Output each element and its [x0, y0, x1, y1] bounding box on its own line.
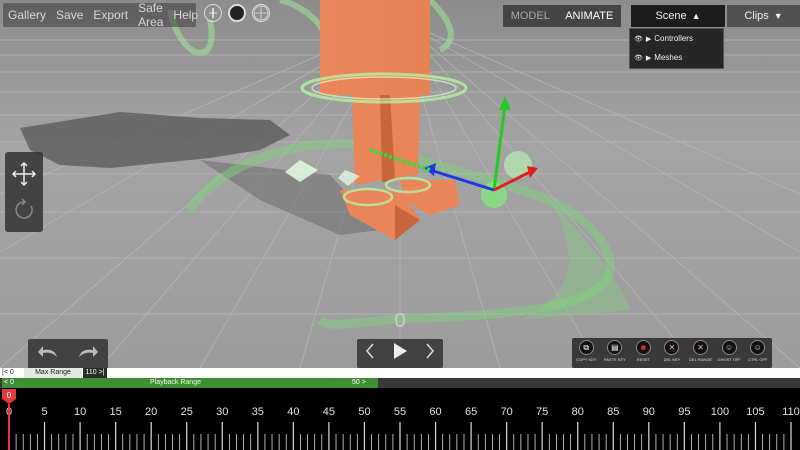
eye-icon[interactable]: 👁 [634, 54, 643, 62]
playback-range-bar[interactable]: < 0 Playback Range 50 > [0, 378, 800, 388]
ctrl-off-button[interactable]: ☺ CTRL OFF [746, 340, 770, 362]
undo-icon[interactable] [37, 344, 59, 365]
timeline-tick-label: 85 [607, 406, 619, 418]
animate-mode-tab[interactable]: ANIMATE [565, 10, 613, 22]
solid-view-icon[interactable] [228, 4, 246, 22]
menu-save[interactable]: Save [51, 8, 88, 22]
view-mode-icons [204, 4, 270, 22]
timeline-tick-label: 10 [74, 406, 86, 418]
transform-tool-panel [5, 152, 43, 232]
keyframe-tools-panel: ⧉ COPY KEY ▤ PASTE KEY ☻ RESET ✕ DEL KEY… [572, 338, 772, 368]
ghost-figure-icon: ☺ [721, 340, 737, 355]
timeline-tick-label: 110 [782, 406, 800, 418]
copy-icon: ⧉ [578, 340, 594, 355]
scene-label: Scene [655, 10, 687, 22]
outliner-item-label: Controllers [654, 34, 693, 43]
chevron-up-icon: ▲ [691, 11, 701, 21]
timeline-tick-label: 35 [252, 406, 264, 418]
menu-export[interactable]: Export [88, 8, 133, 22]
menu-gallery[interactable]: Gallery [3, 8, 51, 22]
redo-icon[interactable] [77, 344, 99, 365]
playhead[interactable]: 0 [2, 389, 16, 450]
del-range-button[interactable]: ✕ DEL RANGE [689, 340, 713, 362]
timeline-ruler[interactable]: 0 5 10 15 20 25 30 35 40 45 50 55 60 65 70 75 80 85 90 95 10… [0, 388, 800, 450]
max-range-bar[interactable]: |< 0 Max Range 110 >| [0, 368, 800, 378]
playhead-label: 0 [7, 391, 12, 400]
timeline-tick-label: 40 [287, 406, 299, 418]
range-start-label[interactable]: |< 0 [2, 368, 14, 378]
skeleton-view-icon[interactable] [204, 4, 222, 22]
paste-key-button[interactable]: ▤ PASTE KEY [603, 340, 627, 362]
mode-toggle: MODEL ANIMATE [503, 5, 621, 27]
timeline-tick-label: 20 [145, 406, 157, 418]
outliner-item-controllers[interactable]: 👁 ▶ Controllers [630, 29, 723, 48]
timeline-tick-label: 65 [465, 406, 477, 418]
range-end-label[interactable]: 110 >| [83, 368, 107, 378]
scene-outliner: 👁 ▶ Controllers 👁 ▶ Meshes [629, 28, 724, 69]
timeline-tick-label: 90 [643, 406, 655, 418]
main-menu-bar: Gallery Save Export Safe Area Help [3, 1, 198, 29]
menu-help[interactable]: Help [168, 8, 203, 22]
copy-key-button[interactable]: ⧉ COPY KEY [574, 340, 598, 362]
timeline-tick-label: 15 [110, 406, 122, 418]
play-icon[interactable] [392, 342, 408, 365]
timeline-tick-label: 25 [181, 406, 193, 418]
timeline-tick-label: 55 [394, 406, 406, 418]
next-frame-icon[interactable] [425, 342, 435, 365]
scene-dropdown-button[interactable]: Scene ▲ [631, 5, 725, 27]
delete-key-figure-icon: ✕ [664, 340, 680, 355]
current-frame-readout: 0 [394, 310, 406, 332]
undo-redo-panel [28, 339, 108, 368]
controller-sphere [504, 151, 532, 179]
move-tool-icon [11, 161, 37, 187]
delete-range-figure-icon: ✕ [693, 340, 709, 355]
expand-arrow-icon[interactable]: ▶ [646, 35, 651, 43]
paste-icon: ▤ [607, 340, 623, 355]
timeline-tick-label: 5 [41, 406, 47, 418]
timeline-tick-label: 105 [746, 406, 764, 418]
timeline-tick-label: 70 [501, 406, 513, 418]
model-mode-tab[interactable]: MODEL [511, 10, 550, 22]
menu-safe-area[interactable]: Safe Area [133, 1, 168, 29]
timeline-tick-label: 100 [711, 406, 729, 418]
3d-viewport[interactable]: Gallery Save Export Safe Area Help MODEL… [0, 0, 800, 368]
prev-frame-icon[interactable] [365, 342, 375, 365]
timeline-tick-label: 30 [216, 406, 228, 418]
outliner-item-meshes[interactable]: 👁 ▶ Meshes [630, 48, 723, 67]
del-key-button[interactable]: ✕ DEL KEY [660, 340, 684, 362]
playback-start-label[interactable]: < 0 [4, 378, 14, 388]
ghost-off-button[interactable]: ☺ GHOST OFF [717, 340, 741, 362]
timeline-tick-label: 45 [323, 406, 335, 418]
timeline-tick-label: 80 [572, 406, 584, 418]
max-range-label: Max Range [24, 368, 82, 378]
wireframe-view-icon[interactable] [252, 4, 270, 22]
chevron-down-icon: ▼ [773, 11, 783, 21]
reset-figure-icon: ☻ [635, 340, 651, 355]
clips-label: Clips [744, 10, 769, 22]
expand-arrow-icon[interactable]: ▶ [646, 54, 651, 62]
timeline-tick-label: 60 [429, 406, 441, 418]
playback-controls [357, 339, 443, 368]
playback-range-label: Playback Range [150, 379, 201, 386]
eye-icon[interactable]: 👁 [634, 35, 643, 43]
timeline-tick-label: 95 [678, 406, 690, 418]
timeline-tick-label: 50 [358, 406, 370, 418]
timeline-canvas[interactable]: 0 5 10 15 20 25 30 35 40 45 50 55 60 65 70 75 80 85 90 95 10… [0, 388, 800, 450]
outliner-item-label: Meshes [654, 53, 683, 62]
clips-dropdown-button[interactable]: Clips ▼ [727, 5, 800, 27]
reset-button[interactable]: ☻ RESET [631, 340, 655, 362]
timeline-tick-label: 75 [536, 406, 548, 418]
rotate-tool-icon [15, 198, 33, 219]
control-figure-icon: ☺ [750, 340, 766, 355]
playback-end-label[interactable]: 50 > [352, 378, 366, 388]
